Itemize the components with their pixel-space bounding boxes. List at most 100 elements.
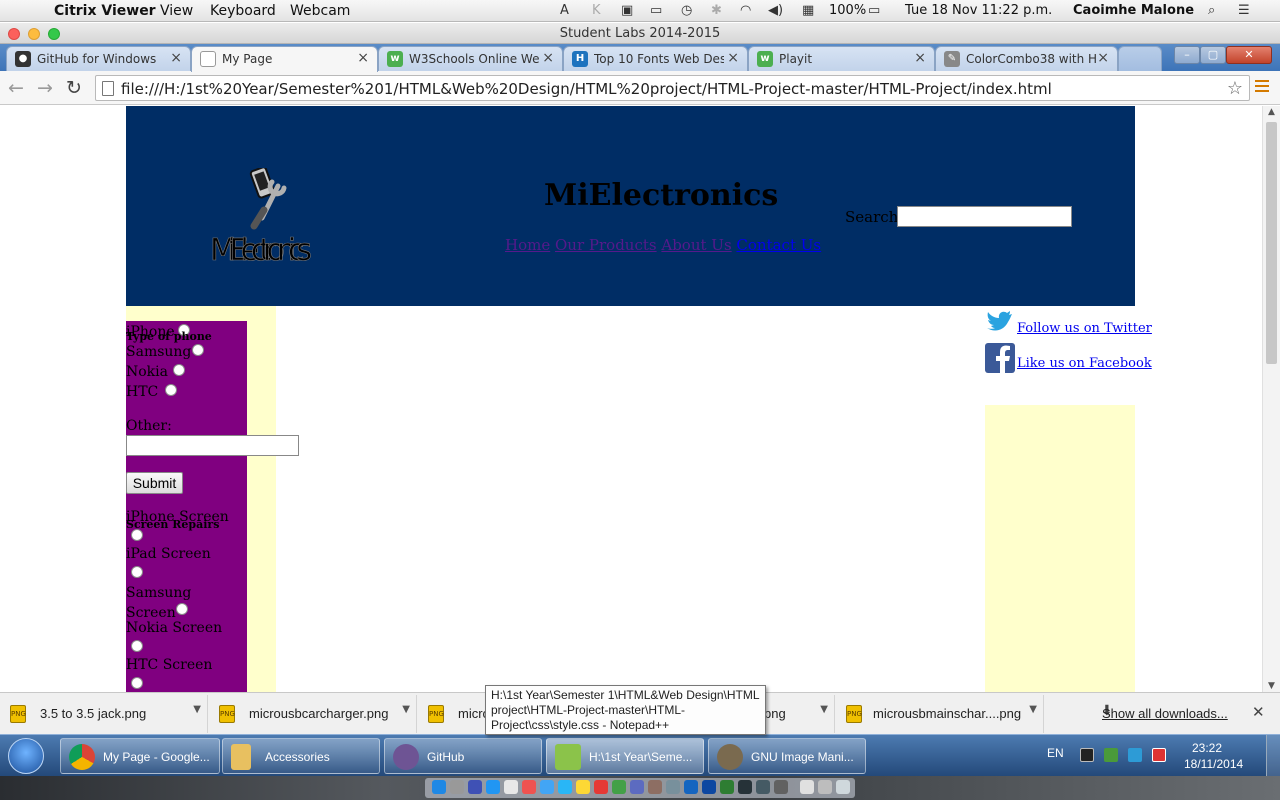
ipad-screen-radio[interactable]	[131, 566, 143, 578]
language-indicator[interactable]: EN	[1047, 746, 1064, 760]
flag-tray-icon[interactable]	[1152, 748, 1166, 762]
documents-icon[interactable]	[800, 780, 814, 794]
close-button[interactable]: ✕	[1226, 46, 1272, 64]
itunes-icon[interactable]	[594, 780, 608, 794]
citrix-icon[interactable]	[756, 780, 770, 794]
search-input[interactable]	[897, 206, 1072, 227]
task-notepadpp[interactable]: H:\1st Year\Seme...	[546, 738, 704, 774]
notification-center-icon[interactable]: ☰	[1238, 3, 1250, 18]
bookmark-star-icon[interactable]: ☆	[1227, 78, 1243, 99]
mail-icon[interactable]	[504, 780, 518, 794]
tab-playit[interactable]: w Playit ×	[748, 46, 935, 71]
network-tray-icon[interactable]	[1104, 748, 1118, 762]
iphone-screen-radio[interactable]	[131, 529, 143, 541]
time-machine-icon[interactable]: ◷	[681, 3, 692, 18]
trash-icon[interactable]	[836, 780, 850, 794]
menu-clock[interactable]: Tue 18 Nov 11:22 p.m.	[905, 3, 1052, 18]
tab-w3schools[interactable]: w W3Schools Online Web T ×	[378, 46, 563, 71]
twitter-link[interactable]: Follow us on Twitter	[1017, 321, 1152, 336]
close-downloads-bar-icon[interactable]: ✕	[1252, 703, 1265, 721]
show-all-downloads-link[interactable]: Show all downloads...	[1102, 706, 1228, 721]
facebook-link[interactable]: Like us on Facebook	[1017, 356, 1152, 371]
download-item[interactable]: PNG microusbcarcharger.png ▼	[209, 695, 417, 733]
word-icon[interactable]	[684, 780, 698, 794]
spotify-icon[interactable]	[612, 780, 626, 794]
nav-home-link[interactable]: Home	[505, 236, 550, 254]
scroll-down-arrow-icon[interactable]: ▼	[1268, 681, 1275, 691]
chrome-dock-icon[interactable]	[522, 780, 536, 794]
htc-screen-radio[interactable]	[131, 677, 143, 689]
nokia-radio[interactable]	[173, 364, 185, 376]
address-bar-url[interactable]: file:///H:/1st%20Year/Semester%201/HTML&…	[121, 80, 1052, 98]
tab-github-for-windows[interactable]: ● GitHub for Windows ×	[6, 46, 191, 71]
task-github[interactable]: GitHub	[384, 738, 542, 774]
audio-tray-icon[interactable]	[1080, 748, 1094, 762]
samsung-screen-radio[interactable]	[176, 603, 188, 615]
airplay-icon[interactable]: ▭	[650, 3, 662, 18]
safari-icon[interactable]	[486, 780, 500, 794]
photo-booth-icon[interactable]	[648, 780, 662, 794]
other-input[interactable]	[126, 435, 299, 456]
mission-control-icon[interactable]	[468, 780, 482, 794]
volume-icon[interactable]: ◀)	[768, 3, 783, 18]
spotlight-search-icon[interactable]: ⌕	[1208, 3, 1215, 18]
nav-about-link[interactable]: About Us	[661, 236, 731, 254]
taskbar-date[interactable]: 18/11/2014	[1184, 757, 1243, 771]
menu-keyboard[interactable]: Keyboard	[210, 3, 276, 19]
app-store-icon[interactable]	[630, 780, 644, 794]
htc-radio[interactable]	[165, 384, 177, 396]
notes-icon[interactable]	[576, 780, 590, 794]
task-accessories[interactable]: Accessories	[222, 738, 380, 774]
nav-products-link[interactable]: Our Products	[555, 236, 657, 254]
dropdown-arrow-icon[interactable]: ▼	[1029, 704, 1037, 715]
address-bar[interactable]: file:///H:/1st%20Year/Semester%201/HTML&…	[95, 75, 1250, 101]
tab-my-page[interactable]: My Page ×	[191, 46, 378, 72]
tab-colorcombo[interactable]: ✎ ColorCombo38 with Hex ×	[935, 46, 1118, 71]
dropdown-arrow-icon[interactable]: ▼	[193, 704, 201, 715]
new-tab-button[interactable]	[1118, 46, 1162, 71]
submit-button[interactable]: Submit	[126, 472, 183, 494]
dropdown-arrow-icon[interactable]: ▼	[402, 704, 410, 715]
launchpad-icon[interactable]	[450, 780, 464, 794]
tab-top-10-fonts[interactable]: H Top 10 Fonts Web Design ×	[563, 46, 748, 71]
chrome-menu-icon[interactable]	[1255, 80, 1269, 94]
activity-icon[interactable]	[774, 780, 788, 794]
wifi-icon[interactable]: ◠	[740, 3, 751, 18]
tool-icon[interactable]: ▣	[621, 3, 633, 18]
maximize-button[interactable]: ▢	[1200, 46, 1226, 64]
messages-icon[interactable]	[540, 780, 554, 794]
close-tab-icon[interactable]: ×	[914, 50, 926, 66]
system-prefs-icon[interactable]	[666, 780, 680, 794]
terminal-icon[interactable]	[738, 780, 752, 794]
page-scrollbar[interactable]: ▲ ▼	[1262, 106, 1280, 692]
minimize-button[interactable]: –	[1174, 46, 1200, 64]
task-gimp[interactable]: GNU Image Mani...	[708, 738, 866, 774]
taskbar-time[interactable]: 23:22	[1192, 741, 1222, 755]
samsung-radio[interactable]	[192, 344, 204, 356]
reload-icon[interactable]: ↻	[66, 77, 82, 99]
forward-arrow-icon[interactable]: →	[37, 77, 53, 99]
skype-icon[interactable]	[558, 780, 572, 794]
scrollbar-thumb[interactable]	[1266, 122, 1277, 364]
word-icon-2[interactable]	[702, 780, 716, 794]
scroll-up-arrow-icon[interactable]: ▲	[1268, 107, 1275, 117]
calendar-icon[interactable]: ▦	[802, 3, 814, 18]
excel-icon[interactable]	[720, 780, 734, 794]
bluetooth-icon[interactable]: ✱	[711, 3, 722, 18]
downloads-stack-icon[interactable]	[818, 780, 832, 794]
close-tab-icon[interactable]: ×	[170, 50, 182, 66]
app-menu[interactable]: Citrix Viewer	[54, 3, 156, 19]
close-tab-icon[interactable]: ×	[542, 50, 554, 66]
nokia-screen-radio[interactable]	[131, 640, 143, 652]
update-tray-icon[interactable]	[1128, 748, 1142, 762]
user-name[interactable]: Caoimhe Malone	[1073, 3, 1194, 18]
show-desktop-button[interactable]	[1266, 735, 1280, 777]
nav-contact-link[interactable]: Contact Us	[736, 236, 821, 254]
download-item[interactable]: PNG microusbmainschar....png ▼	[836, 695, 1044, 733]
close-tab-icon[interactable]: ×	[1097, 50, 1109, 66]
finder-icon[interactable]	[432, 780, 446, 794]
adobe-icon[interactable]: A	[560, 3, 569, 18]
task-chrome[interactable]: My Page - Google...	[60, 738, 220, 774]
dropdown-arrow-icon[interactable]: ▼	[820, 704, 828, 715]
battery-icon[interactable]: ▭	[868, 3, 880, 18]
